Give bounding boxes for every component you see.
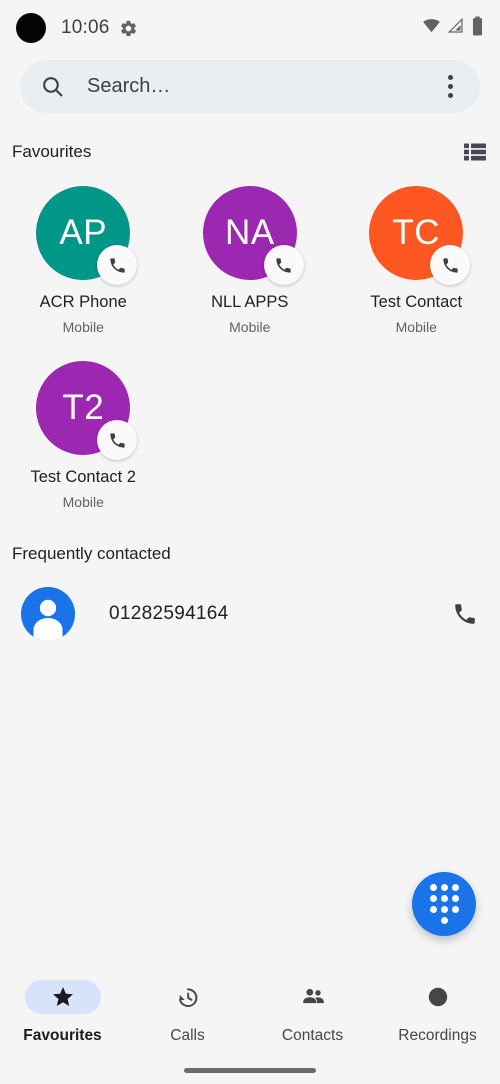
favourite-name: Test Contact: [370, 293, 463, 311]
favourites-title: Favourites: [12, 142, 92, 161]
favourite-label: Mobile: [62, 494, 104, 510]
bottom-navigation: Favourites Calls Contacts Recordings: [0, 965, 500, 1084]
avatar[interactable]: AP: [36, 186, 138, 285]
frequently-contacted-title: Frequently contacted: [12, 544, 171, 563]
search-bar[interactable]: Search…: [20, 60, 480, 113]
call-history-icon: [150, 980, 226, 1014]
status-bar: 10:06: [0, 0, 500, 56]
phone-app-screen: 10:06 Search… Favourites AP ACR Phone Mo…: [0, 0, 500, 1084]
home-indicator[interactable]: [184, 1068, 316, 1073]
search-icon: [40, 74, 65, 99]
gear-icon: [119, 19, 138, 38]
favourite-contact[interactable]: TC Test Contact Mobile: [333, 181, 500, 335]
phone-call-icon[interactable]: [452, 601, 478, 627]
nav-label-calls: Calls: [170, 1027, 205, 1044]
avatar[interactable]: NA: [202, 186, 304, 285]
favourite-name: ACR Phone: [39, 293, 127, 311]
favourite-label: Mobile: [229, 319, 271, 335]
favourite-contact[interactable]: AP ACR Phone Mobile: [0, 181, 167, 335]
nav-item-recordings[interactable]: Recordings: [375, 965, 500, 1084]
people-icon: [275, 980, 351, 1014]
nav-item-favourites[interactable]: Favourites: [0, 965, 125, 1084]
status-bar-clock: 10:06: [61, 17, 110, 38]
search-input[interactable]: Search…: [87, 75, 170, 98]
nav-label-contacts: Contacts: [281, 1027, 344, 1044]
phone-call-icon[interactable]: [97, 245, 138, 285]
star-icon: [24, 980, 101, 1014]
camera-cutout: [16, 13, 46, 43]
favourite-label: Mobile: [62, 319, 104, 335]
avatar[interactable]: TC: [369, 186, 471, 285]
favourites-header: Favourites: [0, 138, 500, 166]
record-dot-icon: [400, 980, 476, 1014]
wifi-icon: [422, 16, 441, 40]
contact-number: 01282594164: [109, 603, 229, 624]
favourite-name: Test Contact 2: [30, 468, 136, 486]
phone-call-icon[interactable]: [97, 420, 138, 460]
nav-label-favourites: Favourites: [23, 1027, 102, 1044]
favourites-grid: AP ACR Phone Mobile NA NLL APPS Mobile T…: [0, 181, 500, 531]
person-avatar-icon: [21, 587, 75, 641]
frequently-contacted-row[interactable]: 01282594164: [0, 578, 500, 650]
status-bar-icons: [422, 15, 484, 41]
dialpad-icon: [429, 884, 459, 924]
avatar[interactable]: T2: [36, 361, 138, 460]
nav-item-calls[interactable]: Calls: [125, 965, 250, 1084]
nav-label-recordings: Recordings: [398, 1027, 477, 1044]
dialpad-fab-button[interactable]: [412, 872, 476, 936]
favourite-label: Mobile: [395, 319, 437, 335]
favourite-name: NLL APPS: [211, 293, 289, 311]
list-view-icon[interactable]: [464, 143, 486, 161]
phone-call-icon[interactable]: [430, 245, 471, 285]
favourite-contact[interactable]: T2 Test Contact 2 Mobile: [0, 356, 167, 510]
frequently-contacted-header: Frequently contacted: [0, 541, 500, 567]
battery-full-icon: [471, 15, 484, 41]
cellular-signal-icon: [447, 17, 465, 40]
phone-call-icon[interactable]: [263, 245, 304, 285]
favourite-contact[interactable]: NA NLL APPS Mobile: [167, 181, 334, 335]
overflow-menu-icon[interactable]: [438, 72, 462, 102]
nav-item-contacts[interactable]: Contacts: [250, 965, 375, 1084]
